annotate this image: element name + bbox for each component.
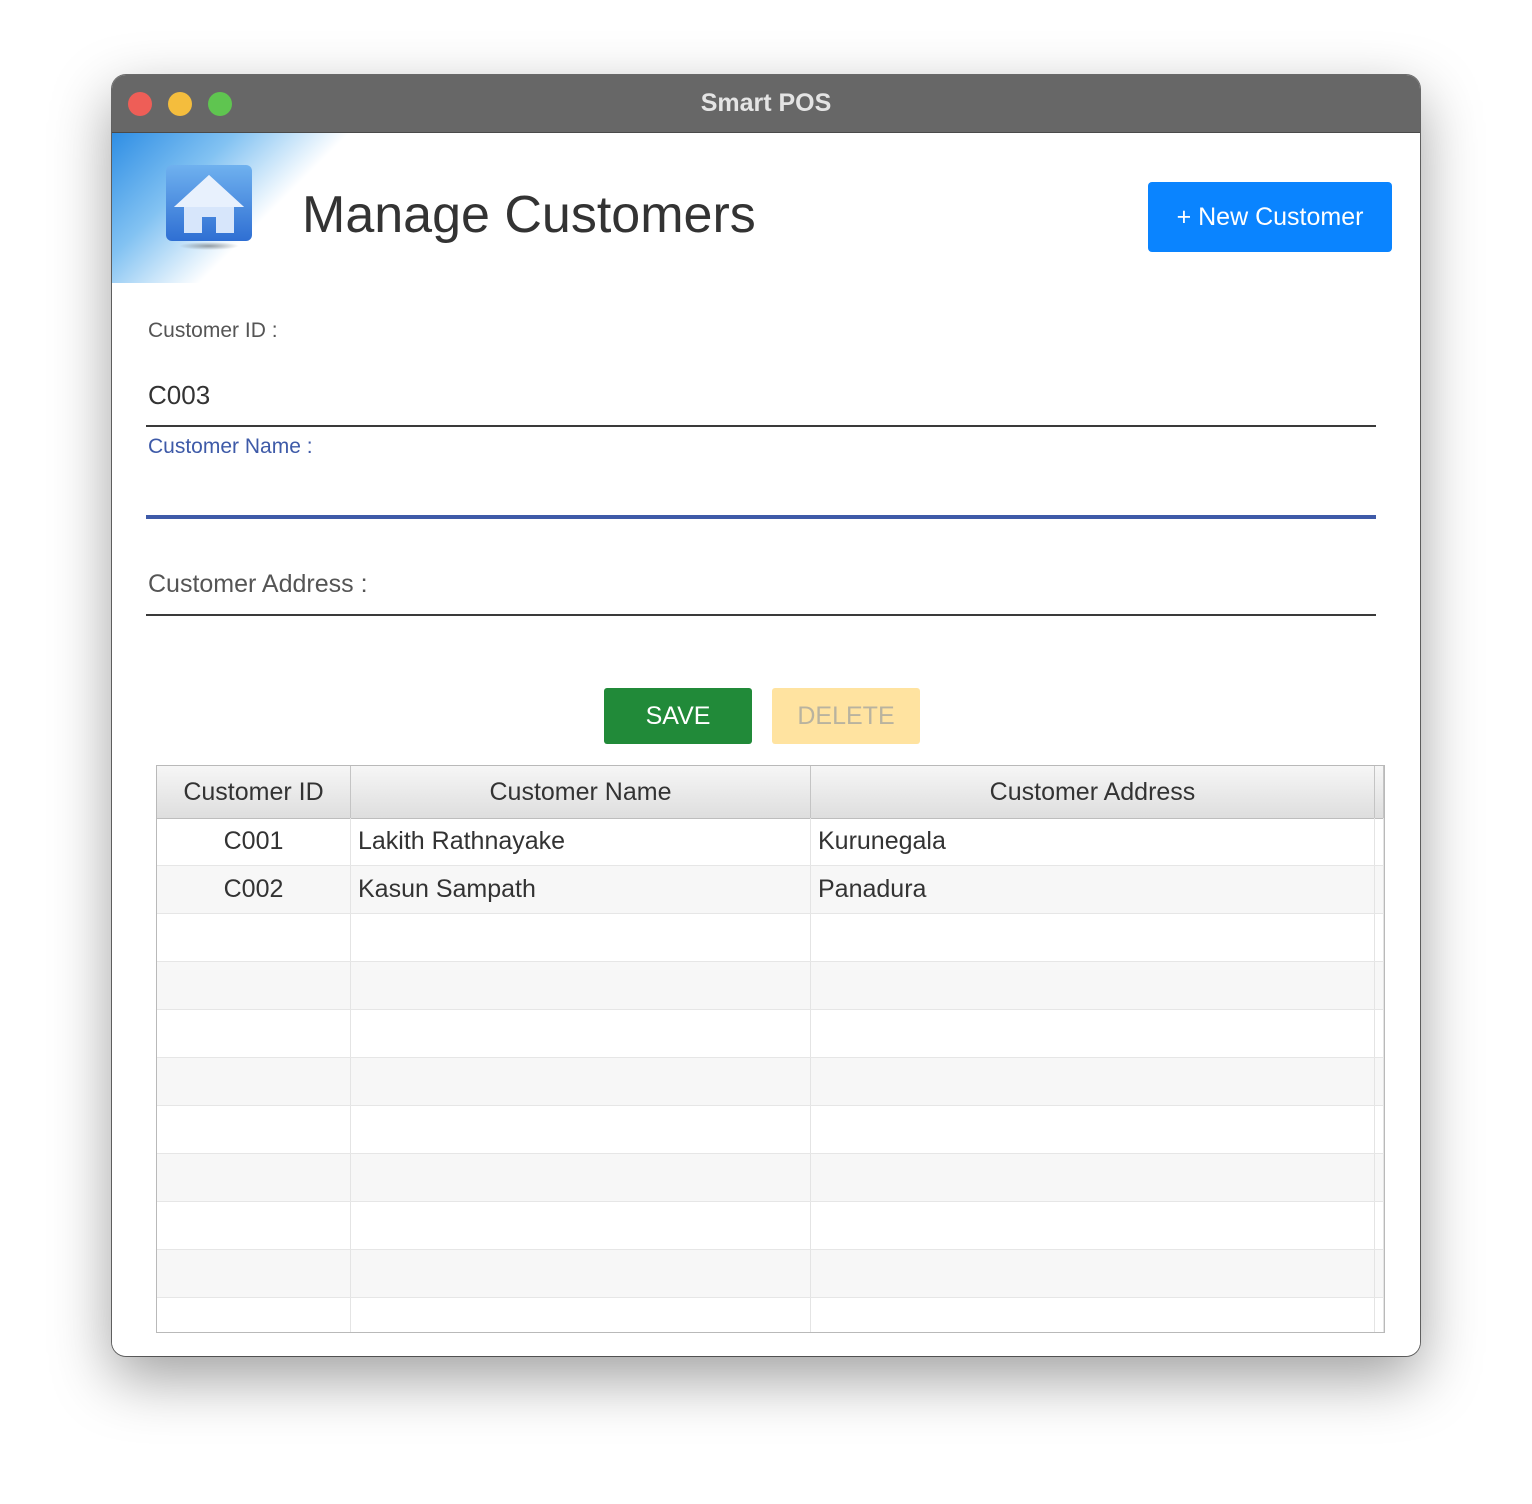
customers-table[interactable]: Customer ID Customer Name Customer Addre… xyxy=(156,765,1385,1333)
app-window: Smart POS Manage Customers + New Custome… xyxy=(112,75,1420,1356)
save-button[interactable]: SAVE xyxy=(604,688,752,744)
empty-table-row[interactable] xyxy=(157,1298,1384,1332)
table-row[interactable]: C001 Lakith Rathnayake Kurunegala xyxy=(157,818,1384,866)
column-header-customer-name[interactable]: Customer Name xyxy=(351,766,811,818)
customer-name-label: Customer Name : xyxy=(148,435,313,458)
cell-filler xyxy=(1375,818,1384,865)
empty-table-row[interactable] xyxy=(157,1154,1384,1202)
customer-address-underline xyxy=(146,614,1376,616)
cell-customer-address: Kurunegala xyxy=(811,818,1375,865)
customer-id-field[interactable] xyxy=(146,373,1376,417)
page-title: Manage Customers xyxy=(302,186,756,244)
empty-table-row[interactable] xyxy=(157,914,1384,962)
home-icon[interactable] xyxy=(166,165,252,251)
column-header-customer-id[interactable]: Customer ID xyxy=(157,766,351,818)
customer-id-underline xyxy=(146,425,1376,427)
table-header: Customer ID Customer Name Customer Addre… xyxy=(157,766,1384,819)
delete-button: DELETE xyxy=(772,688,920,744)
empty-table-row[interactable] xyxy=(157,1250,1384,1298)
main-content: Manage Customers + New Customer Customer… xyxy=(112,133,1420,1356)
cell-customer-address: Panadura xyxy=(811,866,1375,913)
empty-table-row[interactable] xyxy=(157,1010,1384,1058)
cell-customer-id: C001 xyxy=(157,818,351,865)
customer-name-underline xyxy=(146,515,1376,519)
cell-filler xyxy=(1375,866,1384,913)
column-header-customer-address[interactable]: Customer Address xyxy=(811,766,1375,818)
empty-table-row[interactable] xyxy=(157,962,1384,1010)
cell-customer-name: Lakith Rathnayake xyxy=(351,818,811,865)
window-title: Smart POS xyxy=(700,89,832,117)
new-customer-button[interactable]: + New Customer xyxy=(1148,182,1392,252)
cell-customer-name: Kasun Sampath xyxy=(351,866,811,913)
customer-address-label: Customer Address : xyxy=(148,570,368,598)
customer-name-field[interactable] xyxy=(146,469,1376,513)
table-row[interactable]: C002 Kasun Sampath Panadura xyxy=(157,866,1384,914)
customer-id-label: Customer ID : xyxy=(148,319,278,342)
title-bar: Smart POS xyxy=(112,75,1420,133)
cell-customer-id: C002 xyxy=(157,866,351,913)
column-header-filler xyxy=(1375,766,1384,818)
empty-table-row[interactable] xyxy=(157,1202,1384,1250)
empty-table-row[interactable] xyxy=(157,1106,1384,1154)
empty-table-row[interactable] xyxy=(157,1058,1384,1106)
